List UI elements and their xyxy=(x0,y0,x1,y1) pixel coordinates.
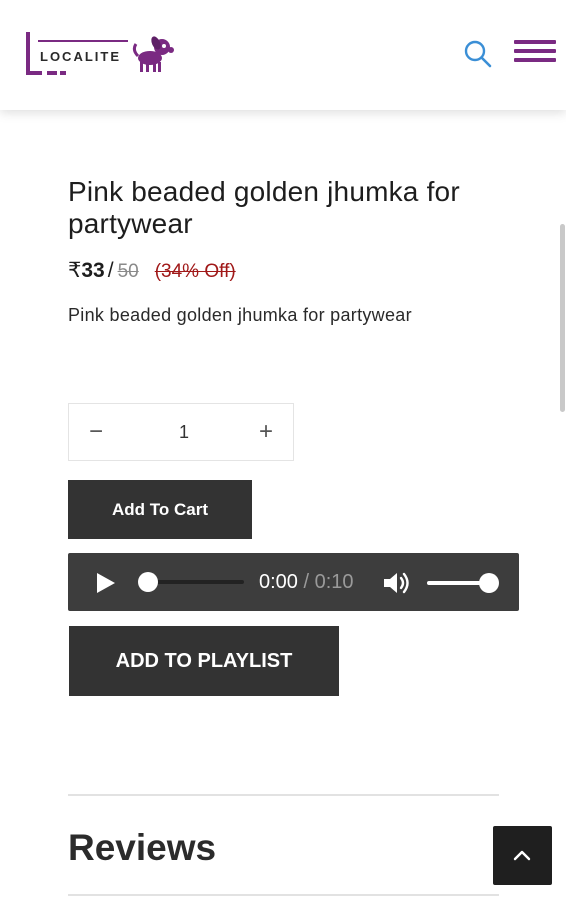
menu-bar xyxy=(514,58,556,62)
scroll-to-top-button[interactable] xyxy=(493,826,552,885)
add-to-playlist-button[interactable]: ADD TO PLAYLIST xyxy=(69,626,339,696)
audio-seek-bar[interactable] xyxy=(138,572,244,592)
menu-bar xyxy=(514,40,556,44)
price-separator: / xyxy=(107,259,114,282)
volume-icon xyxy=(384,572,409,594)
current-time: 0:00 xyxy=(259,571,298,593)
logo-text: LOCALITE xyxy=(40,49,121,64)
logo-mark-dash xyxy=(47,71,57,75)
discount-label: (34% Off) xyxy=(154,261,236,282)
currency-symbol: ₹ xyxy=(68,259,82,282)
add-to-cart-button[interactable]: Add To Cart xyxy=(68,480,252,539)
audio-player: 0:00 / 0:10 xyxy=(68,553,519,611)
time-separator: / xyxy=(303,571,310,593)
reviews-heading: Reviews xyxy=(68,827,217,868)
play-icon xyxy=(97,573,115,593)
volume-handle[interactable] xyxy=(479,573,499,593)
mute-button[interactable] xyxy=(382,570,410,596)
product-title: Pink beaded golden jhumka for partywear xyxy=(68,176,460,239)
quantity-increase-button[interactable]: + xyxy=(239,404,293,460)
chevron-up-icon xyxy=(513,850,531,861)
site-header: LOCALITE xyxy=(0,0,566,110)
price-row: ₹33/50 (34% Off) xyxy=(68,256,236,286)
page-scrollbar[interactable] xyxy=(560,224,565,412)
reviews-divider-top xyxy=(68,794,499,796)
reviews-divider-bottom xyxy=(68,894,499,896)
play-button[interactable] xyxy=(94,572,116,594)
duration: 0:10 xyxy=(314,571,354,593)
seek-handle[interactable] xyxy=(138,572,158,592)
sale-price: 33 xyxy=(81,259,105,282)
quantity-decrease-button[interactable]: − xyxy=(69,404,123,460)
logo-rule xyxy=(38,40,128,42)
product-description: Pink beaded golden jhumka for partywear xyxy=(68,305,412,325)
search-icon xyxy=(464,40,492,68)
logo-mark-dot xyxy=(60,71,66,75)
hamburger-menu-button[interactable] xyxy=(514,40,556,68)
search-button[interactable] xyxy=(462,38,494,70)
audio-time: 0:00 / 0:10 xyxy=(259,570,354,594)
original-price: 50 xyxy=(117,261,139,282)
logo-mark xyxy=(26,32,30,75)
logo-mark-base xyxy=(26,71,42,75)
quantity-stepper: − + xyxy=(68,403,294,461)
volume-slider[interactable] xyxy=(427,573,499,593)
localite-logo[interactable]: LOCALITE xyxy=(24,32,176,80)
dog-mascot-icon xyxy=(132,36,174,72)
menu-bar xyxy=(514,49,556,53)
quantity-input[interactable] xyxy=(129,414,239,450)
